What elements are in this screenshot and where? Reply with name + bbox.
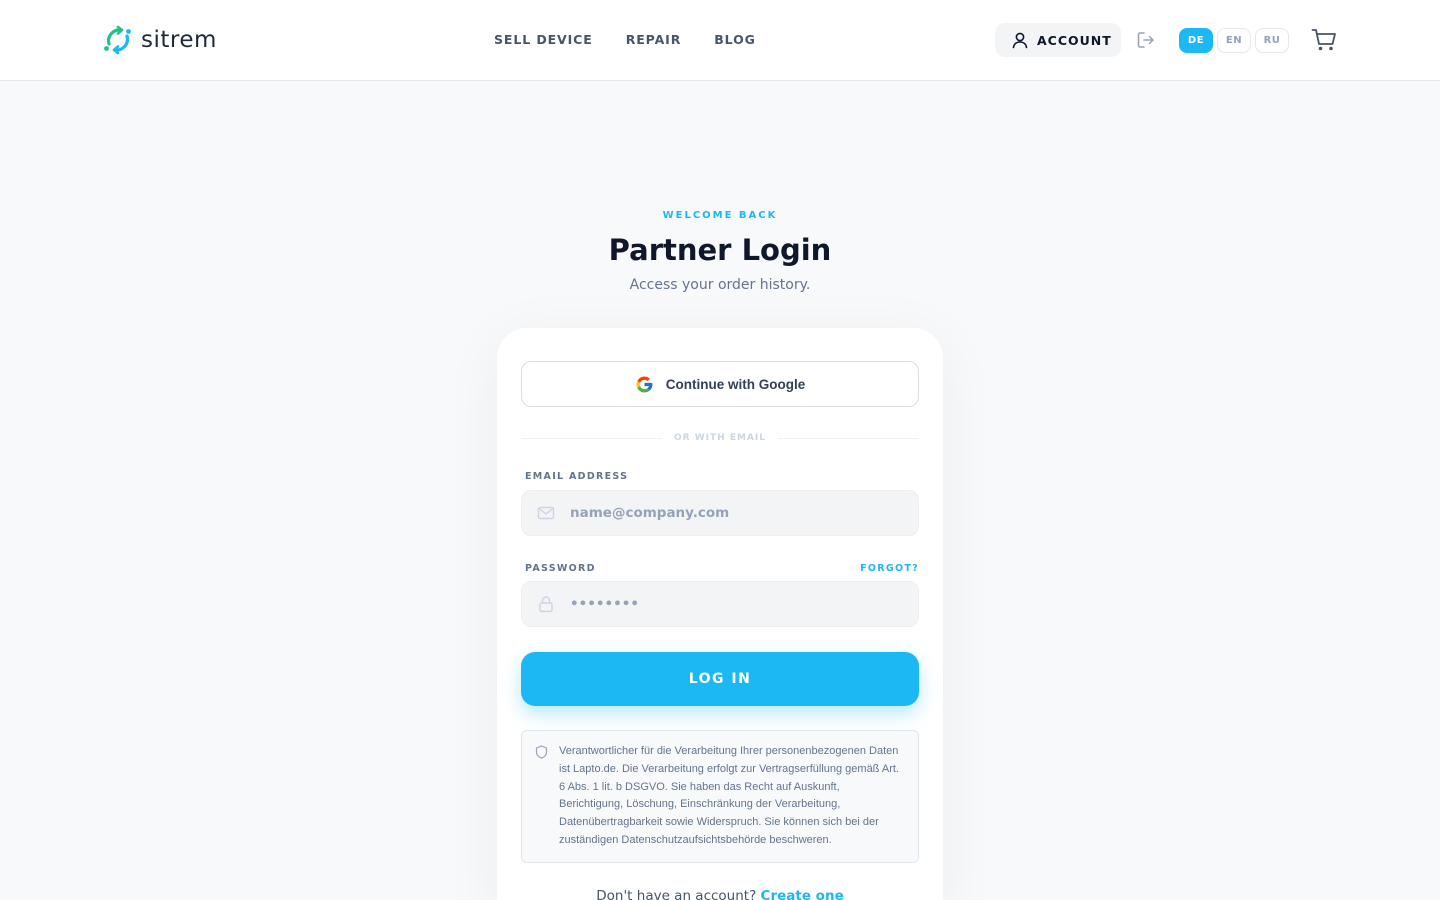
site-header: sitrem SELL DEVICE REPAIR BLOG ACCOUNT D…: [0, 0, 1440, 81]
google-login-button[interactable]: Continue with Google: [521, 361, 919, 407]
email-input[interactable]: [570, 505, 890, 521]
language-switcher: DE EN RU: [1179, 28, 1293, 53]
or-divider: OR WITH EMAIL: [521, 431, 920, 445]
sitrem-logo-icon: [104, 25, 131, 55]
email-field[interactable]: [521, 490, 919, 536]
login-button[interactable]: LOG IN: [521, 652, 919, 706]
account-button[interactable]: ACCOUNT: [995, 23, 1121, 57]
lang-en[interactable]: EN: [1217, 28, 1251, 53]
logout-icon[interactable]: [1136, 30, 1156, 50]
google-button-label: Continue with Google: [665, 376, 806, 392]
create-account-link[interactable]: Create one: [761, 888, 844, 900]
mail-icon: [537, 506, 555, 520]
main-nav: SELL DEVICE REPAIR BLOG: [494, 32, 789, 47]
account-label: ACCOUNT: [1037, 32, 1112, 48]
password-input[interactable]: [570, 596, 890, 612]
user-icon: [1012, 32, 1028, 49]
divider-label: OR WITH EMAIL: [674, 433, 766, 443]
login-card: Continue with Google OR WITH EMAIL EMAIL…: [497, 328, 943, 900]
privacy-notice: Verantwortlicher für die Verarbeitung Ih…: [521, 730, 919, 863]
lang-ru[interactable]: RU: [1255, 28, 1289, 53]
welcome-eyebrow: WELCOME BACK: [662, 210, 778, 221]
page-title: Partner Login: [608, 233, 832, 267]
divider-line-right: [777, 437, 920, 439]
password-field[interactable]: [521, 581, 919, 627]
cart-icon[interactable]: [1311, 28, 1337, 52]
nav-repair[interactable]: REPAIR: [626, 32, 682, 47]
signup-row: Don't have an account? Create one: [497, 888, 943, 900]
lang-de[interactable]: DE: [1179, 28, 1213, 53]
signup-prompt: Don't have an account?: [596, 888, 757, 900]
nav-sell-device[interactable]: SELL DEVICE: [494, 32, 593, 47]
forgot-password-link[interactable]: FORGOT?: [860, 563, 919, 574]
shield-icon: [535, 745, 548, 759]
brand-name: sitrem: [141, 27, 217, 53]
brand-logo[interactable]: sitrem: [101, 24, 217, 56]
google-icon: [636, 376, 653, 392]
email-label: EMAIL ADDRESS: [525, 471, 629, 482]
nav-blog[interactable]: BLOG: [714, 32, 756, 47]
password-label: PASSWORD: [525, 563, 596, 574]
divider-line-left: [521, 437, 663, 439]
page-subtitle: Access your order history.: [629, 277, 811, 293]
lock-icon: [539, 596, 553, 613]
privacy-text: Verantwortlicher für die Verarbeitung Ih…: [559, 745, 899, 846]
